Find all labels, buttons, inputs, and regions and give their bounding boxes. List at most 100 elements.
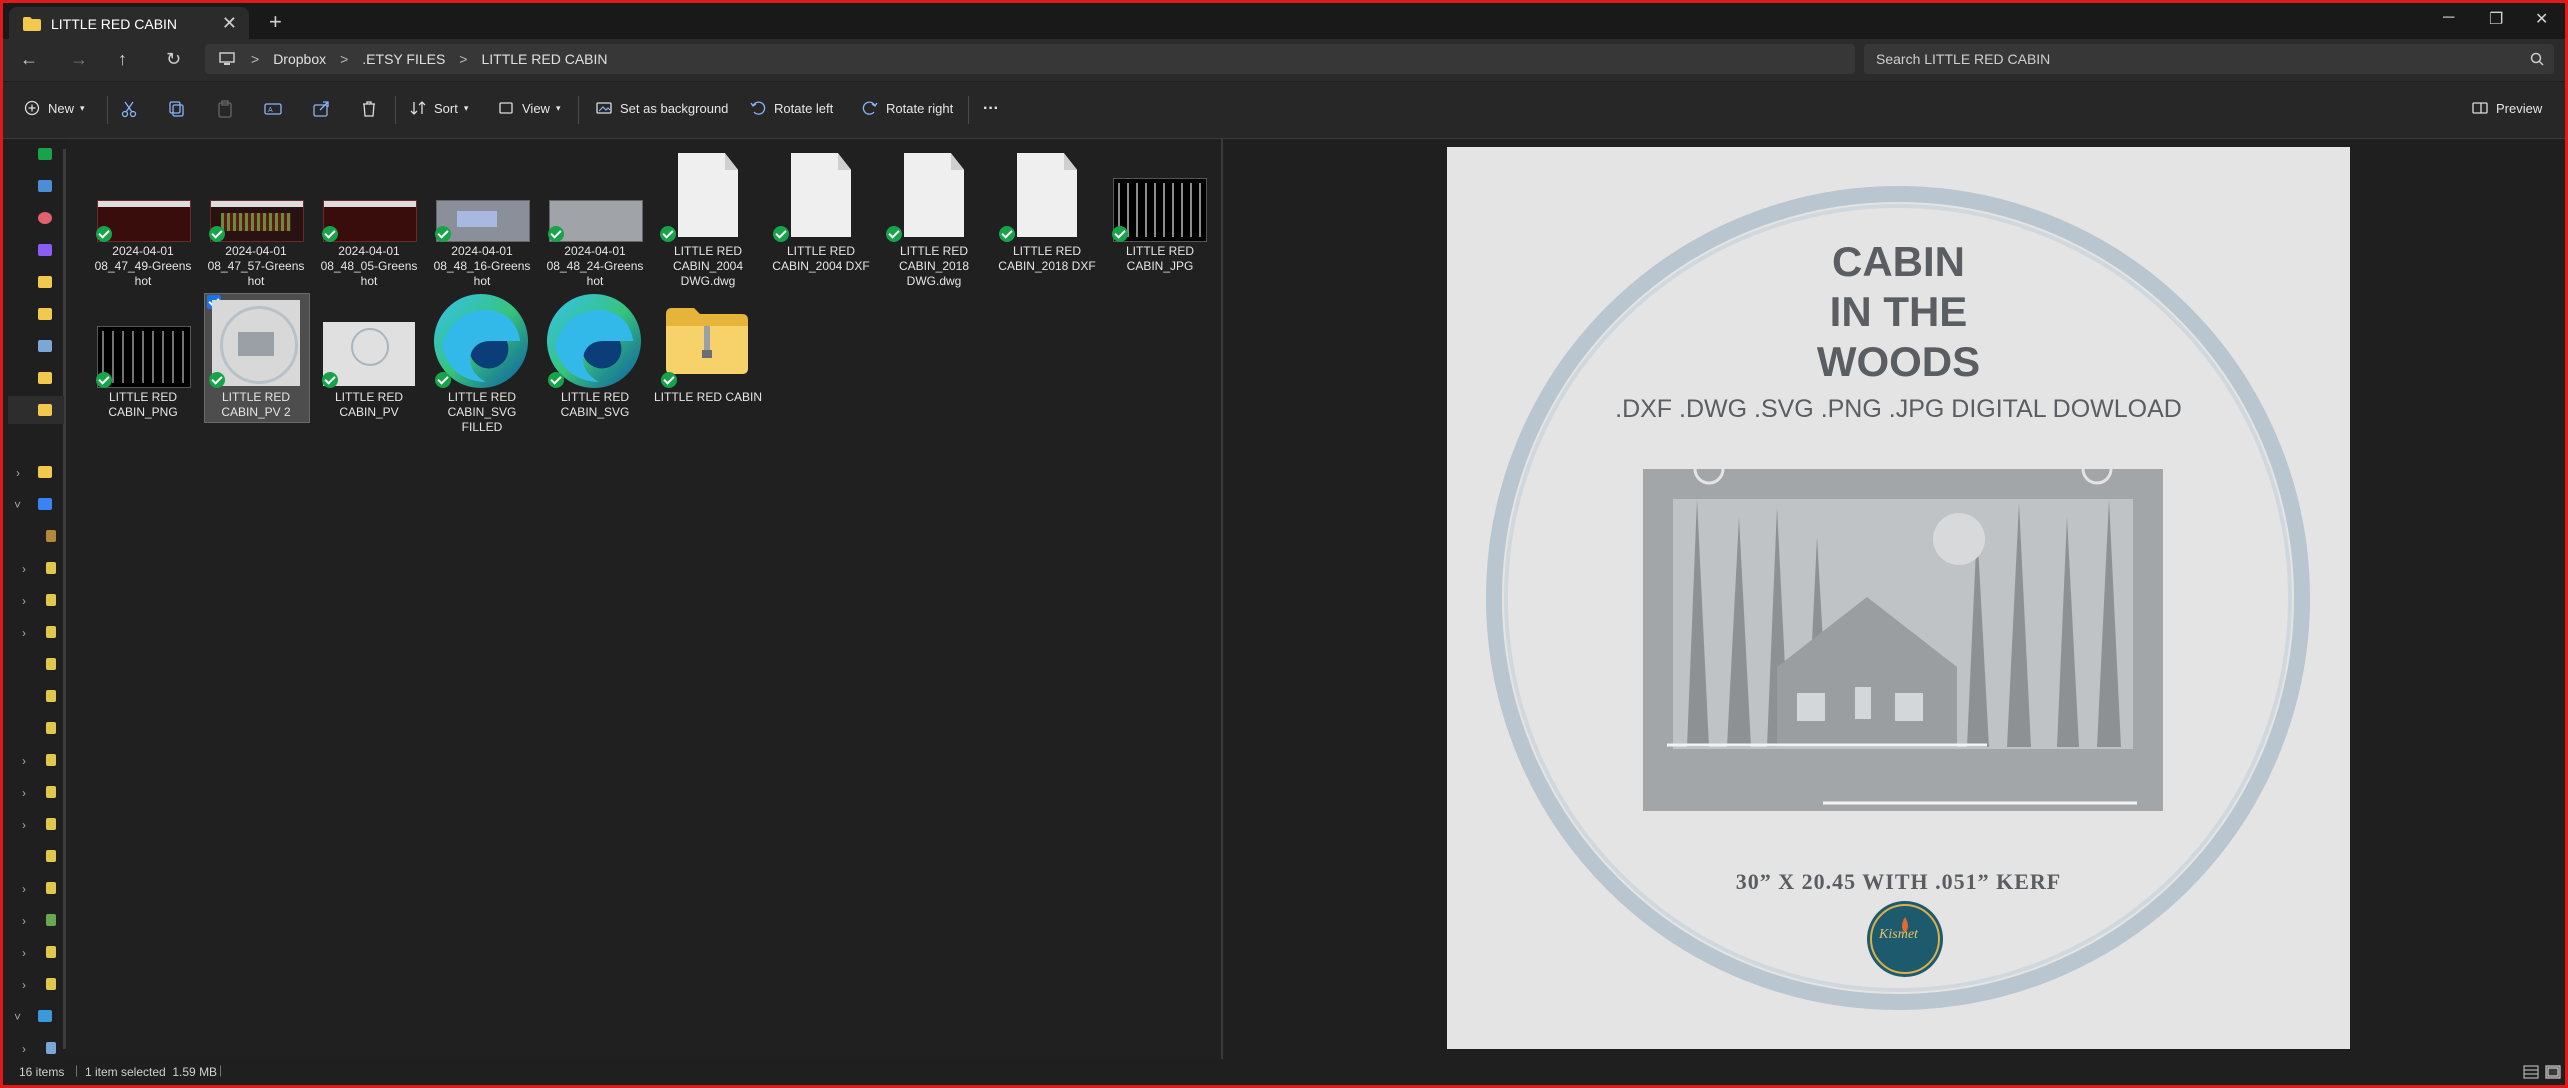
document-icon[interactable] xyxy=(678,153,738,237)
rotate-right-button[interactable]: Rotate right xyxy=(862,100,953,116)
preview-logo: Kismet xyxy=(1879,927,1918,942)
folder-icon[interactable] xyxy=(46,594,56,606)
folder-icon[interactable] xyxy=(46,690,56,702)
file-name[interactable]: 2024-04-01 08_48_16-Greens hot xyxy=(427,244,537,289)
breadcrumb-dropbox[interactable]: Dropbox xyxy=(273,51,326,67)
chevron-right-icon[interactable]: › xyxy=(22,594,26,608)
chevron-right-icon[interactable]: › xyxy=(22,946,26,960)
paste-icon[interactable] xyxy=(216,100,234,118)
file-name[interactable]: LITTLE RED CABIN_PV 2 xyxy=(201,390,311,420)
file-name[interactable]: 2024-04-01 08_47_49-Greens hot xyxy=(88,244,198,289)
tab-title: LITTLE RED CABIN xyxy=(51,16,178,32)
folder-icon[interactable] xyxy=(46,978,56,990)
file-name[interactable]: LITTLE RED CABIN_SVG FILLED xyxy=(427,390,537,435)
folder-icon[interactable] xyxy=(46,754,56,766)
close-window-button[interactable]: ✕ xyxy=(2535,9,2548,29)
folder-icon[interactable] xyxy=(38,308,52,320)
document-icon[interactable] xyxy=(1017,153,1077,237)
this-pc-icon[interactable] xyxy=(38,1010,52,1022)
chevron-right-icon[interactable]: › xyxy=(16,466,20,480)
file-name[interactable]: LITTLE RED CABIN_PNG xyxy=(88,390,198,420)
rename-icon[interactable]: A xyxy=(264,100,282,118)
file-name[interactable]: LITTLE RED CABIN_2004 DXF xyxy=(766,244,876,274)
document-icon[interactable] xyxy=(904,153,964,237)
maximize-button[interactable]: ❐ xyxy=(2489,9,2503,29)
copy-icon[interactable] xyxy=(168,100,186,118)
sync-status-icon xyxy=(322,372,338,388)
file-name[interactable]: LITTLE RED CABIN_PV xyxy=(314,390,424,420)
chevron-right-icon[interactable]: › xyxy=(22,786,26,800)
videos-icon[interactable] xyxy=(38,244,52,256)
chevron-right-icon[interactable]: › xyxy=(22,1042,26,1056)
folder-icon[interactable] xyxy=(46,914,56,926)
share-icon[interactable] xyxy=(312,100,330,118)
nav-selected-item[interactable] xyxy=(8,396,64,424)
large-icons-view-icon[interactable] xyxy=(2545,1065,2561,1079)
file-name[interactable]: LITTLE RED CABIN_SVG xyxy=(540,390,650,420)
address-bar[interactable]: > Dropbox > .ETSY FILES > LITTLE RED CAB… xyxy=(205,44,1855,74)
chevron-right-icon[interactable]: › xyxy=(22,754,26,768)
folder-icon[interactable] xyxy=(38,340,52,352)
more-options-button[interactable]: ··· xyxy=(983,100,999,118)
file-name[interactable]: LITTLE RED CABIN_2018 DWG.dwg xyxy=(879,244,989,289)
folder-icon[interactable] xyxy=(46,562,56,574)
breadcrumb-etsy-files[interactable]: .ETSY FILES xyxy=(362,51,445,67)
document-icon[interactable] xyxy=(791,153,851,237)
search-input[interactable]: Search LITTLE RED CABIN xyxy=(1876,51,2050,67)
folder-icon[interactable] xyxy=(46,786,56,798)
refresh-button[interactable]: ↻ xyxy=(166,49,181,70)
back-button[interactable]: ← xyxy=(20,49,38,70)
new-button[interactable]: New ▾ xyxy=(24,100,85,116)
folder-icon[interactable] xyxy=(46,850,56,862)
folder-icon[interactable] xyxy=(46,530,56,542)
file-name[interactable]: 2024-04-01 08_48_05-Greens hot xyxy=(314,244,424,289)
folder-icon[interactable] xyxy=(38,276,52,288)
download-icon[interactable] xyxy=(38,148,52,160)
file-name[interactable]: LITTLE RED CABIN_2018 DXF xyxy=(992,244,1102,274)
folder-icon[interactable] xyxy=(38,466,52,478)
file-name[interactable]: LITTLE RED CABIN_JPG xyxy=(1105,244,1215,274)
chevron-right-icon[interactable]: › xyxy=(22,818,26,832)
minimize-button[interactable]: ─ xyxy=(2443,9,2454,27)
sync-status-icon xyxy=(322,226,338,242)
chevron-right-icon[interactable]: › xyxy=(22,882,26,896)
zip-folder-icon[interactable] xyxy=(664,304,750,376)
rotate-left-button[interactable]: Rotate left xyxy=(750,100,833,116)
file-thumbnail[interactable] xyxy=(212,300,300,386)
chevron-right-icon[interactable]: › xyxy=(22,626,26,640)
file-name[interactable]: 2024-04-01 08_47_57-Greens hot xyxy=(201,244,311,289)
folder-icon[interactable] xyxy=(46,626,56,638)
chevron-down-icon[interactable]: ˅ xyxy=(14,498,21,512)
breadcrumb-little-red-cabin[interactable]: LITTLE RED CABIN xyxy=(481,51,607,67)
folder-icon[interactable] xyxy=(46,882,56,894)
chevron-down-icon[interactable]: ˅ xyxy=(14,1010,21,1024)
dropbox-icon[interactable] xyxy=(38,498,52,510)
up-button[interactable]: ↑ xyxy=(118,49,127,70)
file-name[interactable]: 2024-04-01 08_48_24-Greens hot xyxy=(540,244,650,289)
chevron-right-icon[interactable]: › xyxy=(22,562,26,576)
folder-icon[interactable] xyxy=(46,722,56,734)
file-name[interactable]: LITTLE RED CABIN_2004 DWG.dwg xyxy=(653,244,763,289)
preview-pane-button[interactable]: Preview xyxy=(2472,100,2542,116)
chevron-right-icon[interactable]: › xyxy=(22,978,26,992)
folder-icon[interactable] xyxy=(46,946,56,958)
folder-icon[interactable] xyxy=(46,658,56,670)
new-tab-button[interactable]: + xyxy=(269,9,282,35)
chevron-right-icon[interactable]: › xyxy=(22,914,26,928)
set-as-background-button[interactable]: Set as background xyxy=(596,100,728,116)
drive-icon[interactable] xyxy=(46,1042,56,1054)
cut-icon[interactable] xyxy=(120,100,138,118)
music-icon[interactable] xyxy=(38,212,52,224)
forward-button[interactable]: → xyxy=(70,49,88,70)
folder-icon[interactable] xyxy=(38,372,52,384)
folder-icon[interactable] xyxy=(46,818,56,830)
close-tab-icon[interactable]: ✕ xyxy=(222,13,237,34)
sort-button[interactable]: Sort ▾ xyxy=(410,100,468,116)
details-view-icon[interactable] xyxy=(2523,1065,2539,1079)
file-name[interactable]: LITTLE RED CABIN xyxy=(653,390,763,405)
view-button[interactable]: View ▾ xyxy=(498,100,560,116)
tab-little-red-cabin[interactable]: LITTLE RED CABIN ✕ xyxy=(9,7,249,41)
search-box[interactable]: Search LITTLE RED CABIN xyxy=(1864,44,2554,74)
delete-icon[interactable] xyxy=(360,100,378,118)
pictures-icon[interactable] xyxy=(38,180,52,192)
